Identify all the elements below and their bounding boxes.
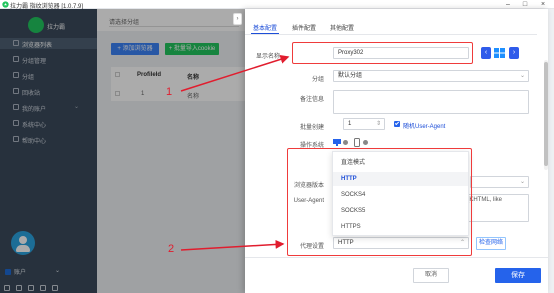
arrow-to-proxy: [180, 239, 285, 251]
annotation-arrows: [180, 54, 290, 251]
arrow-to-display-name: [180, 54, 290, 92]
